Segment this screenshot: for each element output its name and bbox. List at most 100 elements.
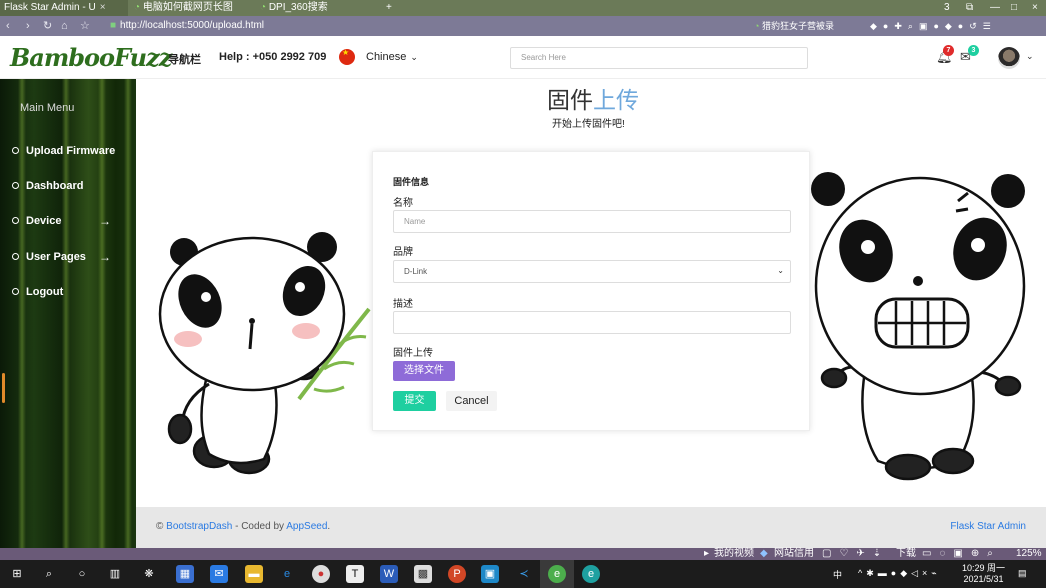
- home-icon[interactable]: ⌂: [61, 19, 68, 33]
- footer-brand-link[interactable]: Flask Star Admin: [950, 521, 1026, 532]
- sidebar-item-user-pages[interactable]: User Pages: [12, 251, 86, 263]
- cancel-button[interactable]: Cancel: [446, 391, 497, 411]
- browser-tab[interactable]: Flask Star Admin - U ×: [0, 0, 128, 16]
- page-title: 固件上传: [547, 81, 639, 115]
- maximize-button[interactable]: □: [1011, 0, 1017, 16]
- clock-date: 2021/5/31: [963, 574, 1004, 584]
- description-input[interactable]: [393, 311, 791, 334]
- back-icon[interactable]: ‹: [6, 19, 10, 33]
- tray-icons[interactable]: ^✱▬●◆◁×⌁: [858, 568, 941, 579]
- brand-selected-value: D-Link: [404, 267, 428, 276]
- minimize-button[interactable]: —: [990, 0, 1000, 16]
- file-explorer-icon[interactable]: ▬: [245, 565, 263, 583]
- choose-file-button[interactable]: 选择文件: [393, 361, 455, 381]
- brand-select[interactable]: D-Link ⌄: [393, 260, 791, 283]
- circle-icon: [12, 217, 19, 224]
- scroll-indicator[interactable]: [2, 373, 5, 403]
- browser-tab[interactable]: ◔ 电脑如何截网页长图: [130, 0, 254, 16]
- close-window-button[interactable]: ×: [1032, 0, 1038, 16]
- footer-copyright: © BootstrapDash - Coded by AppSeed.: [156, 521, 330, 532]
- search-engine-icon: ◔: [754, 21, 760, 31]
- tab-title: 电脑如何截网页长图: [142, 2, 233, 13]
- notification-center-icon[interactable]: ▤: [1018, 568, 1027, 579]
- search-suggestion[interactable]: ◔ 猎豹狂女子营被录: [754, 19, 834, 33]
- status-tool-icons[interactable]: ▢♡✈⇣: [822, 548, 889, 560]
- sidebar-item-label: Device: [26, 215, 62, 227]
- browser-tab-bar: Flask Star Admin - U × ◔ 电脑如何截网页长图 ◔ DPI_…: [0, 0, 1046, 16]
- taskbar-clock[interactable]: 10:29 周一 2021/5/31: [962, 563, 1005, 585]
- language-selector[interactable]: Chinese ⌄: [366, 51, 418, 63]
- forward-icon[interactable]: ›: [26, 19, 30, 33]
- edge-icon[interactable]: e: [582, 565, 600, 583]
- bootstrapdash-link[interactable]: BootstrapDash: [166, 521, 232, 532]
- tab-title: DPI_360搜索: [268, 2, 328, 13]
- zoom-level[interactable]: 125%: [1016, 548, 1042, 560]
- submit-button[interactable]: 提交: [393, 391, 436, 411]
- tab-close-icon[interactable]: ×: [100, 2, 106, 13]
- cortana-icon[interactable]: ○: [73, 565, 91, 583]
- arrow-right-icon[interactable]: →: [99, 214, 111, 228]
- app-icon[interactable]: ▣: [481, 565, 499, 583]
- chevron-down-icon[interactable]: ⌄: [1026, 51, 1034, 62]
- sidebar-item-dashboard[interactable]: Dashboard: [12, 180, 83, 192]
- page-title-highlight: 上传: [593, 87, 639, 113]
- app-icon[interactable]: ▩: [414, 565, 432, 583]
- sidebar: Main Menu Upload Firmware Dashboard Devi…: [0, 79, 136, 548]
- browser-tab[interactable]: ◔ DPI_360搜索: [256, 0, 376, 16]
- tabs-menu-icon[interactable]: ⧉: [966, 0, 973, 16]
- arrow-right-icon[interactable]: →: [99, 250, 111, 264]
- sidebar-item-label: Logout: [26, 286, 64, 298]
- china-flag-icon: [339, 48, 355, 65]
- my-video-link[interactable]: 我的视频: [714, 548, 754, 560]
- status-tool-icons[interactable]: ▭◌▣⊕⌕: [922, 548, 1001, 560]
- download-link[interactable]: 下载: [896, 548, 916, 560]
- tab-favicon-icon: ◔: [260, 2, 267, 13]
- ie-icon[interactable]: e: [278, 565, 296, 583]
- browser-status-bar: ▸ 我的视频 ◆ 网站信用 ▢♡✈⇣ 下载 ▭◌▣⊕⌕ 125%: [0, 548, 1046, 560]
- nav-label[interactable]: 导航栏: [168, 51, 201, 67]
- site-credit-link[interactable]: 网站信用: [774, 548, 814, 560]
- page-subtitle: 开始上传固件吧!: [552, 119, 625, 130]
- footer-period: .: [327, 521, 331, 532]
- sidebar-item-upload-firmware[interactable]: Upload Firmware: [12, 145, 115, 157]
- name-input[interactable]: Name: [393, 210, 791, 233]
- windows-start-icon[interactable]: ⊞: [8, 565, 26, 583]
- new-tab-button[interactable]: +: [382, 0, 398, 16]
- url-field[interactable]: ■ http://localhost:5000/upload.html: [110, 19, 264, 33]
- coded-by-text: - Coded by: [232, 521, 287, 532]
- typora-icon[interactable]: T: [346, 565, 364, 583]
- search-input[interactable]: Search Here: [510, 47, 808, 69]
- task-view-icon[interactable]: ▥: [106, 565, 124, 583]
- search-suggestion-text: 猎豹狂女子营被录: [761, 21, 834, 31]
- sidebar-item-device[interactable]: Device: [12, 215, 61, 227]
- circle-icon: [12, 182, 19, 189]
- sidebar-item-label: Dashboard: [26, 180, 84, 192]
- star-icon[interactable]: ☆: [80, 19, 90, 33]
- message-badge: 3: [968, 45, 979, 56]
- ime-indicator[interactable]: 中: [833, 568, 842, 581]
- word-icon[interactable]: W: [380, 565, 398, 583]
- powerpoint-icon[interactable]: P: [448, 565, 466, 583]
- sidebar-title: Main Menu: [20, 102, 75, 114]
- video-icon[interactable]: ▸: [704, 548, 709, 560]
- chevron-down-icon: ⌄: [410, 52, 418, 62]
- firmware-upload-label: 固件上传: [393, 348, 433, 359]
- appseed-link[interactable]: AppSeed: [286, 521, 327, 532]
- extension-icons[interactable]: ◆●✚⌕▣●◆●↺☰: [870, 19, 997, 33]
- app-logo[interactable]: BambooFuzz: [10, 43, 172, 72]
- 360-browser-icon[interactable]: e: [548, 565, 566, 583]
- app-icon[interactable]: ❋: [140, 565, 158, 583]
- chrome-icon[interactable]: ●: [312, 565, 330, 583]
- sidebar-item-label: User Pages: [26, 251, 86, 263]
- sidebar-item-logout[interactable]: Logout: [12, 286, 63, 298]
- avatar[interactable]: [998, 47, 1020, 69]
- calculator-icon[interactable]: ▦: [176, 565, 194, 583]
- reload-icon[interactable]: ↻: [43, 19, 52, 33]
- secure-icon: ■: [110, 20, 117, 31]
- url-text: http://localhost:5000/upload.html: [120, 20, 265, 31]
- page-footer: © BootstrapDash - Coded by AppSeed. Flas…: [136, 507, 1046, 548]
- vscode-icon[interactable]: ≺: [515, 565, 533, 583]
- shield-icon: ◆: [760, 548, 768, 559]
- search-icon[interactable]: ⌕: [40, 565, 58, 583]
- mail-app-icon[interactable]: ✉: [210, 565, 228, 583]
